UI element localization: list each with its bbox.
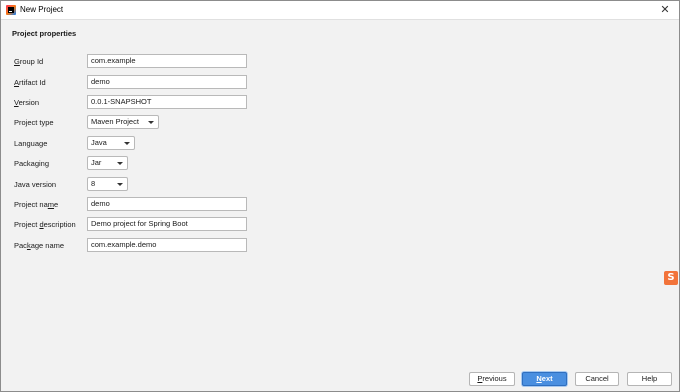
help-button[interactable]: Help [627,372,672,386]
group-id-label: Group Id [14,57,44,66]
artifact-id-field[interactable]: demo [87,75,247,89]
version-label: Version [14,98,40,107]
java-version-dropdown[interactable]: 8 [87,177,128,191]
section-title: Project properties [12,29,77,38]
project-type-value: Maven Project [91,117,139,126]
cancel-button[interactable]: Cancel [575,372,619,386]
next-button[interactable]: Next [522,372,567,386]
window-title: New Project [20,5,64,14]
previous-button[interactable]: Previous [469,372,515,386]
intellij-app-icon [6,5,16,15]
package-name-field[interactable]: com.example.demo [87,238,247,252]
language-value: Java [91,138,107,147]
packaging-dropdown[interactable]: Jar [87,156,128,170]
chevron-down-icon [124,142,130,145]
java-version-value: 8 [91,179,96,188]
version-field[interactable]: 0.0.1-SNAPSHOT [87,95,247,109]
language-label: Language [14,139,48,148]
packaging-label: Packaging [14,159,50,168]
language-dropdown[interactable]: Java [87,136,135,150]
project-description-field[interactable]: Demo project for Spring Boot [87,217,247,231]
java-version-label: Java version [14,180,57,189]
project-description-label: Project description [14,220,76,229]
new-project-dialog: New Project ✕ Project properties Group I… [0,0,680,392]
packaging-value: Jar [91,158,102,167]
chevron-down-icon [117,183,123,186]
package-name-label: Package name [14,241,65,250]
artifact-id-label: Artifact Id [14,78,46,87]
chevron-down-icon [148,121,154,124]
project-type-dropdown[interactable]: Maven Project [87,115,159,129]
group-id-field[interactable]: com.example [87,54,247,68]
chevron-down-icon [117,162,123,165]
close-icon[interactable]: ✕ [659,3,671,17]
sogou-ime-icon[interactable]: S [664,271,678,285]
project-name-field[interactable]: demo [87,197,247,211]
title-bar: New Project ✕ [1,1,679,20]
project-type-label: Project type [14,118,54,127]
project-name-label: Project name [14,200,59,209]
